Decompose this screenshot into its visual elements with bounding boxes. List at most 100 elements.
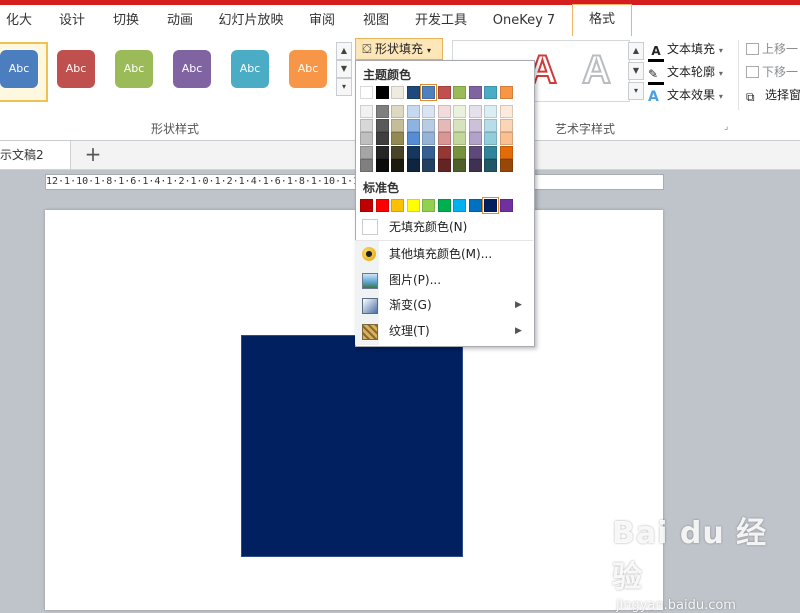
shape-style-blue[interactable]: Abc bbox=[0, 50, 38, 88]
gradient-fill-item[interactable]: 渐变(G) ▶ bbox=[355, 293, 533, 317]
theme-shade-swatch[interactable] bbox=[360, 159, 373, 172]
theme-shade-swatch[interactable] bbox=[375, 105, 389, 118]
theme-shade-swatch[interactable] bbox=[499, 145, 513, 159]
theme-shade-swatch[interactable] bbox=[391, 132, 404, 145]
tab-developer[interactable]: 开发工具 bbox=[410, 8, 472, 34]
tab-review[interactable]: 审阅 bbox=[302, 8, 342, 34]
gallery-scroll-up-icon[interactable]: ▲ bbox=[336, 42, 352, 60]
send-backward-button[interactable]: 下移一 bbox=[746, 63, 798, 80]
theme-shade-swatch[interactable] bbox=[375, 159, 389, 172]
theme-color-swatch[interactable] bbox=[468, 86, 482, 99]
theme-shade-swatch[interactable] bbox=[406, 159, 420, 172]
theme-shade-swatch[interactable] bbox=[391, 159, 404, 172]
theme-color-swatch[interactable] bbox=[484, 86, 497, 99]
shape-style-purple[interactable]: Abc bbox=[173, 50, 211, 88]
theme-shade-swatch[interactable] bbox=[360, 105, 373, 118]
theme-shade-swatch[interactable] bbox=[437, 132, 451, 145]
theme-shade-swatch[interactable] bbox=[468, 118, 482, 132]
theme-color-swatch[interactable] bbox=[453, 86, 466, 99]
gallery-more-icon[interactable]: ▾ bbox=[336, 78, 352, 96]
theme-shade-swatch[interactable] bbox=[406, 118, 420, 132]
theme-shade-swatch[interactable] bbox=[375, 118, 389, 132]
selected-rectangle-shape[interactable] bbox=[241, 335, 463, 557]
theme-shade-swatch[interactable] bbox=[406, 105, 420, 118]
tab-animations[interactable]: 动画 bbox=[160, 8, 200, 34]
theme-shade-swatch[interactable] bbox=[453, 105, 466, 118]
theme-shade-swatch[interactable] bbox=[437, 145, 451, 159]
standard-color-swatch[interactable] bbox=[482, 197, 499, 214]
text-fill-button[interactable]: A 文本填充 ▾ bbox=[648, 40, 723, 62]
wordart-scroll-up-icon[interactable]: ▲ bbox=[628, 42, 644, 60]
standard-color-swatch[interactable] bbox=[406, 199, 420, 212]
theme-shade-swatch[interactable] bbox=[422, 132, 435, 145]
theme-shade-swatch[interactable] bbox=[499, 132, 513, 145]
wordart-sample-gray[interactable]: A bbox=[581, 47, 612, 93]
standard-color-swatch[interactable] bbox=[499, 199, 513, 212]
tab-format[interactable]: 格式 bbox=[572, 4, 632, 37]
theme-shade-swatch[interactable] bbox=[437, 105, 451, 118]
tab-onekey[interactable]: OneKey 7 bbox=[486, 8, 562, 34]
shape-style-orange[interactable]: Abc bbox=[289, 50, 327, 88]
wordart-scroll-down-icon[interactable]: ▼ bbox=[628, 62, 644, 80]
theme-shade-swatch[interactable] bbox=[422, 159, 435, 172]
no-fill-item[interactable]: 无填充颜色(N) bbox=[355, 215, 533, 239]
theme-shade-swatch[interactable] bbox=[360, 132, 373, 145]
theme-shade-swatch[interactable] bbox=[453, 132, 466, 145]
standard-color-swatch[interactable] bbox=[360, 199, 373, 212]
theme-color-swatch[interactable] bbox=[391, 86, 404, 99]
shape-style-green[interactable]: Abc bbox=[115, 50, 153, 88]
theme-shade-swatch[interactable] bbox=[484, 118, 497, 132]
texture-fill-item[interactable]: 纹理(T) ▶ bbox=[355, 319, 533, 343]
theme-color-swatch[interactable] bbox=[360, 86, 373, 99]
standard-color-swatch[interactable] bbox=[468, 199, 482, 212]
theme-shade-swatch[interactable] bbox=[484, 105, 497, 118]
theme-shade-swatch[interactable] bbox=[484, 132, 497, 145]
theme-shade-swatch[interactable] bbox=[422, 118, 435, 132]
bring-forward-button[interactable]: 上移一 bbox=[746, 40, 798, 57]
new-tab-icon[interactable]: + bbox=[80, 143, 106, 167]
standard-color-swatch[interactable] bbox=[422, 199, 435, 212]
theme-shade-swatch[interactable] bbox=[468, 105, 482, 118]
theme-shade-swatch[interactable] bbox=[484, 159, 497, 172]
theme-shade-swatch[interactable] bbox=[468, 145, 482, 159]
theme-shade-swatch[interactable] bbox=[375, 145, 389, 159]
dialog-launcher-icon[interactable]: ⌟ bbox=[724, 122, 728, 132]
tab-slideshow[interactable]: 幻灯片放映 bbox=[214, 8, 288, 34]
more-fill-colors-item[interactable]: ● 其他填充颜色(M)... bbox=[355, 242, 533, 266]
theme-shade-swatch[interactable] bbox=[422, 105, 435, 118]
picture-fill-item[interactable]: 图片(P)... bbox=[355, 268, 533, 292]
theme-shade-swatch[interactable] bbox=[453, 145, 466, 159]
tab-huadashi[interactable]: 化大师 bbox=[0, 8, 38, 54]
theme-shade-swatch[interactable] bbox=[391, 118, 404, 132]
theme-color-swatch[interactable] bbox=[437, 86, 451, 99]
shape-fill-button[interactable]: ⛋ 形状填充 ▾ bbox=[355, 38, 443, 60]
theme-shade-swatch[interactable] bbox=[406, 145, 420, 159]
theme-shade-swatch[interactable] bbox=[437, 159, 451, 172]
standard-color-swatch[interactable] bbox=[375, 199, 389, 212]
theme-shade-swatch[interactable] bbox=[453, 159, 466, 172]
theme-shade-swatch[interactable] bbox=[499, 118, 513, 132]
document-tab[interactable]: 演示文稿2 bbox=[0, 141, 71, 169]
theme-shade-swatch[interactable] bbox=[391, 145, 404, 159]
standard-color-swatch[interactable] bbox=[391, 199, 404, 212]
theme-shade-swatch[interactable] bbox=[360, 145, 373, 159]
theme-color-swatch[interactable] bbox=[406, 86, 420, 99]
tab-view[interactable]: 视图 bbox=[356, 8, 396, 34]
theme-shade-swatch[interactable] bbox=[375, 132, 389, 145]
theme-shade-swatch[interactable] bbox=[499, 159, 513, 172]
selection-pane-button[interactable]: ⧉ 选择窗 bbox=[746, 86, 800, 105]
theme-color-swatch[interactable] bbox=[499, 86, 513, 99]
theme-shade-swatch[interactable] bbox=[437, 118, 451, 132]
gallery-scroll-down-icon[interactable]: ▼ bbox=[336, 60, 352, 78]
theme-shade-swatch[interactable] bbox=[360, 118, 373, 132]
tab-design[interactable]: 设计 bbox=[52, 8, 92, 34]
text-outline-button[interactable]: ✎ 文本轮廓 ▾ bbox=[648, 63, 723, 85]
theme-color-swatch[interactable] bbox=[420, 84, 437, 101]
theme-shade-swatch[interactable] bbox=[422, 145, 435, 159]
theme-shade-swatch[interactable] bbox=[468, 132, 482, 145]
shape-style-aqua[interactable]: Abc bbox=[231, 50, 269, 88]
shape-style-red[interactable]: Abc bbox=[57, 50, 95, 88]
theme-shade-swatch[interactable] bbox=[499, 105, 513, 118]
standard-color-swatch[interactable] bbox=[453, 199, 466, 212]
text-effect-button[interactable]: A 文本效果 ▾ bbox=[648, 86, 723, 104]
